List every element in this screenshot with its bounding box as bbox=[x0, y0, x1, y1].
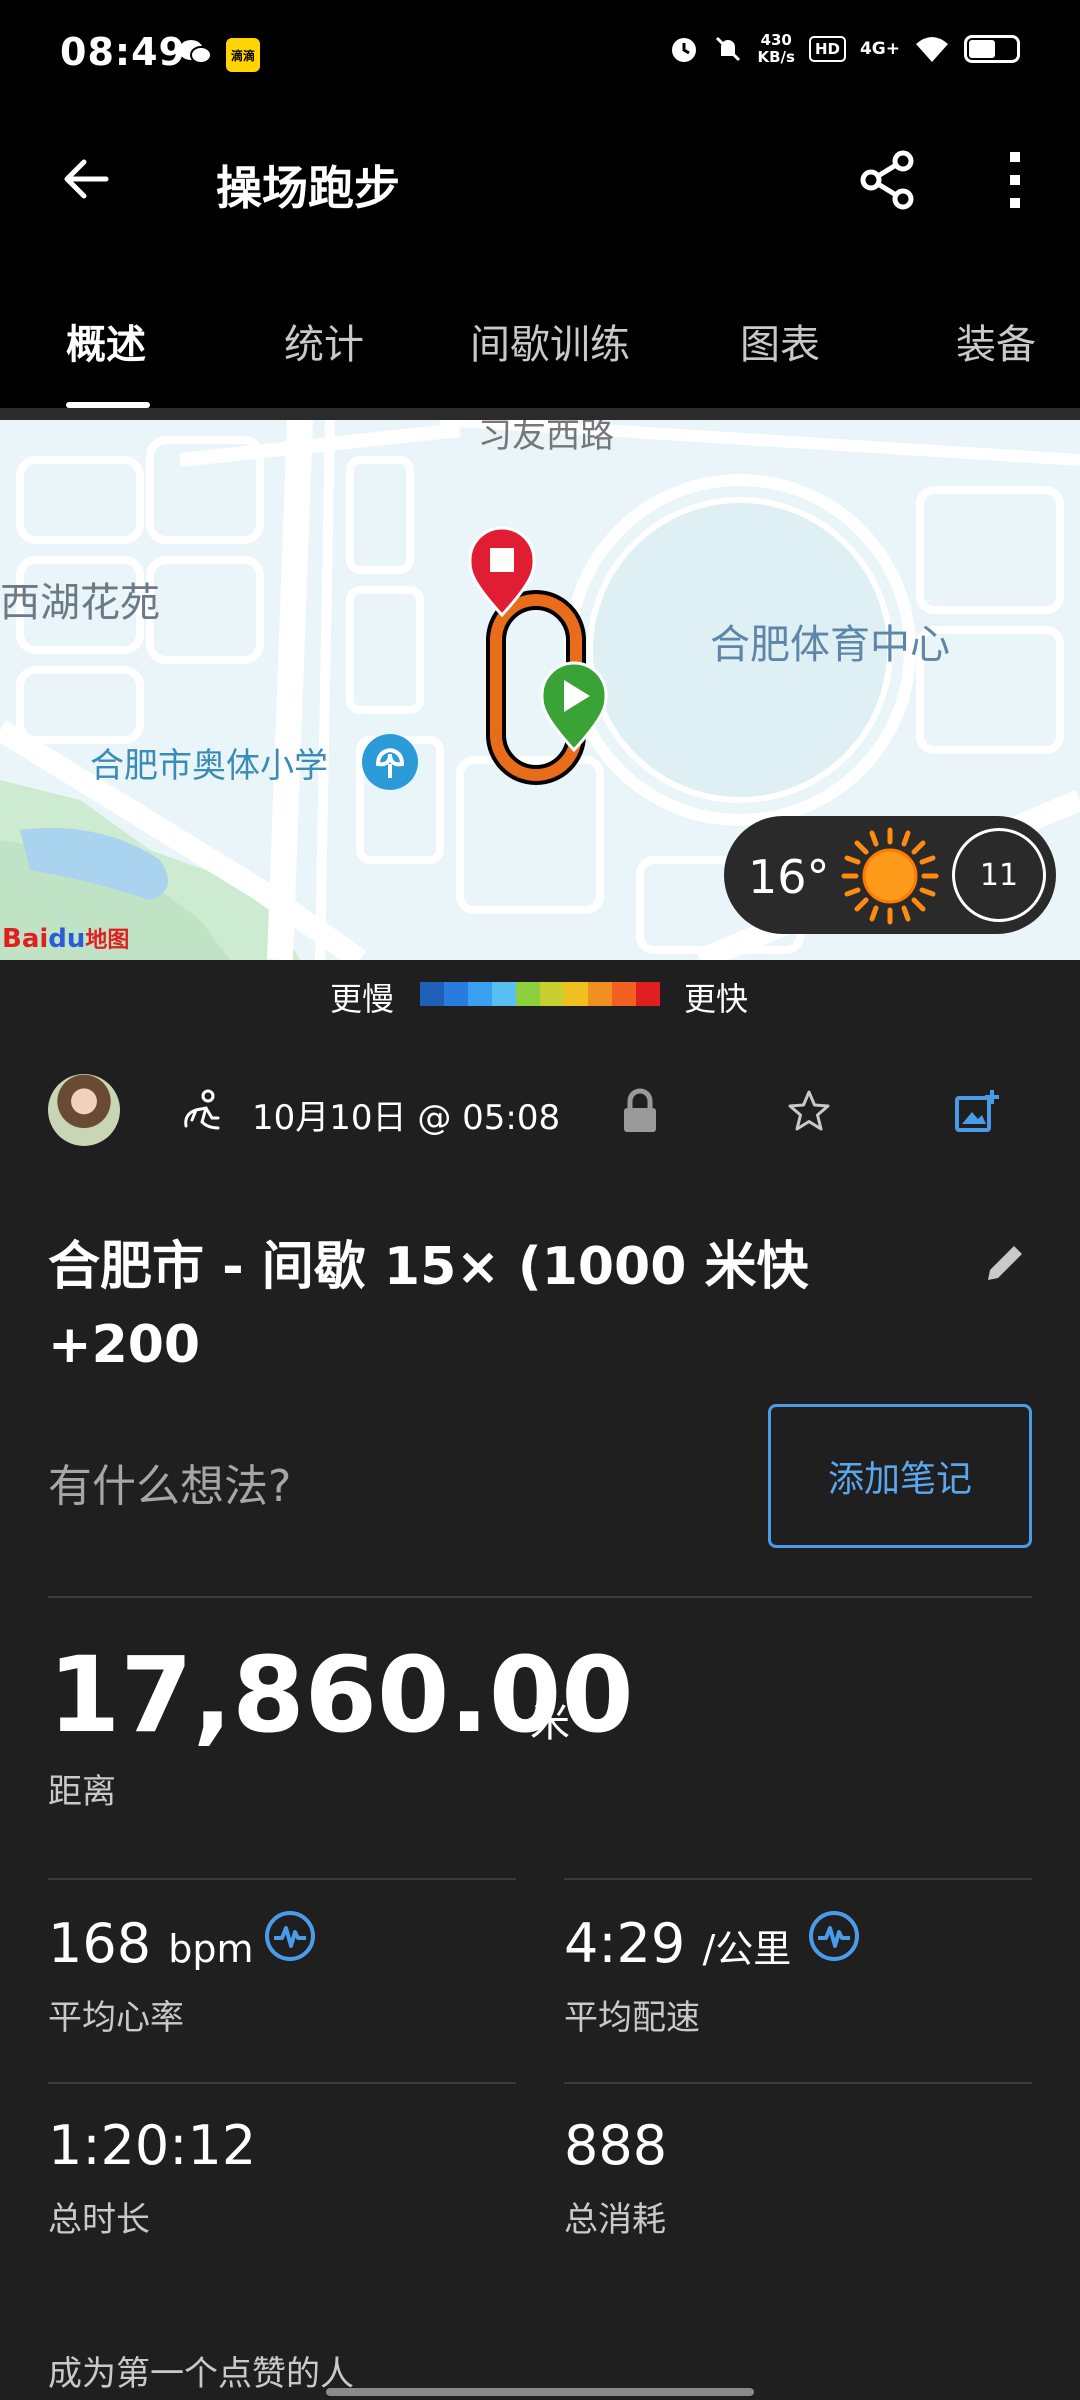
map-label-road: 习友西路 bbox=[478, 420, 614, 456]
pace-color-segment bbox=[516, 982, 540, 1006]
map-label-stadium: 合肥体育中心 bbox=[710, 622, 950, 668]
divider bbox=[48, 1878, 516, 1880]
total-calories-value: 888 bbox=[564, 2114, 668, 2177]
pace-color-segment bbox=[444, 982, 468, 1006]
edit-pencil-icon[interactable] bbox=[982, 1240, 1028, 1286]
notes-placeholder[interactable]: 有什么想法? bbox=[48, 1450, 291, 1514]
pace-color-segment bbox=[636, 982, 660, 1006]
avatar[interactable] bbox=[48, 1074, 120, 1146]
app-header: 操场跑步 bbox=[0, 112, 1080, 302]
share-button[interactable] bbox=[852, 144, 924, 216]
pace-color-bar bbox=[420, 982, 660, 1006]
map-label-school: 合肥市奥体小学 bbox=[90, 746, 328, 786]
avg-pace-value: 4:29 /公里 bbox=[564, 1912, 792, 1975]
tab-bar: 概述 统计 间歇训练 图表 装备 bbox=[0, 302, 1080, 420]
mute-icon bbox=[716, 36, 741, 62]
pace-color-segment bbox=[588, 982, 612, 1006]
home-indicator[interactable] bbox=[326, 2388, 754, 2396]
avg-heart-rate-value: 168 bpm bbox=[48, 1912, 254, 1975]
total-duration-value: 1:20:12 bbox=[48, 2114, 257, 2177]
signal-icon: 4G+ bbox=[859, 39, 900, 59]
pace-color-segment bbox=[468, 982, 492, 1006]
total-calories-label: 总消耗 bbox=[564, 2200, 666, 2240]
wifi-icon bbox=[916, 37, 948, 62]
tab-overview[interactable]: 概述 bbox=[66, 312, 146, 404]
status-notification-icons: 滴滴 bbox=[178, 38, 260, 72]
app-notification-icon: 滴滴 bbox=[226, 38, 260, 72]
legend-faster-label: 更快 bbox=[684, 980, 749, 1018]
total-duration-label: 总时长 bbox=[48, 2200, 150, 2240]
tab-intervals[interactable]: 间歇训练 bbox=[470, 312, 630, 404]
battery-icon bbox=[964, 35, 1020, 63]
sun-icon bbox=[841, 827, 939, 925]
status-system-icons: 430 KB/s HD 4G+ bbox=[669, 32, 1020, 66]
distance-unit: 米 bbox=[530, 1700, 570, 1746]
divider bbox=[564, 1878, 1032, 1880]
pace-chart-icon[interactable] bbox=[808, 1910, 860, 1962]
divider bbox=[48, 1596, 1032, 1598]
back-button[interactable] bbox=[50, 144, 120, 214]
avg-heart-rate-label: 平均心率 bbox=[48, 1998, 184, 2038]
wechat-icon bbox=[179, 40, 212, 64]
share-icon bbox=[860, 150, 914, 210]
running-icon bbox=[184, 1089, 220, 1130]
avg-pace-label: 平均配速 bbox=[564, 1998, 700, 2038]
add-note-button[interactable]: 添加笔记 bbox=[768, 1404, 1032, 1548]
arrow-left-icon bbox=[64, 159, 109, 199]
divider bbox=[564, 2082, 1032, 2084]
hd-icon: HD bbox=[808, 36, 846, 62]
status-bar: 08:49 滴滴 430 KB/s HD 4G+ bbox=[0, 0, 1080, 112]
lock-icon[interactable] bbox=[620, 1088, 660, 1134]
uv-index-badge: 11 bbox=[952, 828, 1046, 922]
more-vertical-icon bbox=[1010, 152, 1020, 208]
legend-slower-label: 更慢 bbox=[330, 980, 395, 1018]
pace-legend: 更慢 更快 bbox=[0, 960, 1080, 1030]
divider bbox=[48, 2082, 516, 2084]
pace-color-segment bbox=[612, 982, 636, 1006]
activity-title: 合肥市 - 间歇 15× (1000 米快 +200 bbox=[48, 1237, 809, 1375]
status-time: 08:49 bbox=[60, 30, 186, 74]
tab-charts[interactable]: 图表 bbox=[740, 312, 820, 404]
tab-stats[interactable]: 统计 bbox=[284, 312, 364, 404]
activity-date: 10月10日 @ 05:08 bbox=[252, 1098, 561, 1138]
baidu-map-logo: Baidu地图 bbox=[2, 924, 130, 954]
alarm-icon bbox=[672, 38, 697, 62]
tab-gear[interactable]: 装备 bbox=[956, 312, 1036, 404]
heart-rate-chart-icon[interactable] bbox=[264, 1910, 316, 1962]
weather-temperature: 16° bbox=[748, 850, 830, 904]
more-options-button[interactable] bbox=[990, 144, 1040, 216]
add-photo-icon[interactable] bbox=[954, 1088, 1000, 1134]
distance-label: 距离 bbox=[48, 1772, 116, 1812]
tab-divider bbox=[0, 408, 1080, 420]
star-icon[interactable] bbox=[786, 1088, 832, 1134]
page-title: 操场跑步 bbox=[216, 161, 400, 215]
map-label-area: 西湖花苑 bbox=[0, 580, 160, 626]
pace-color-segment bbox=[564, 982, 588, 1006]
pace-color-segment bbox=[540, 982, 564, 1006]
network-speed: 430 KB/s bbox=[757, 31, 795, 66]
likes-prompt[interactable]: 成为第一个点赞的人 bbox=[48, 2346, 354, 2395]
pace-color-segment bbox=[420, 982, 444, 1006]
pace-color-segment bbox=[492, 982, 516, 1006]
